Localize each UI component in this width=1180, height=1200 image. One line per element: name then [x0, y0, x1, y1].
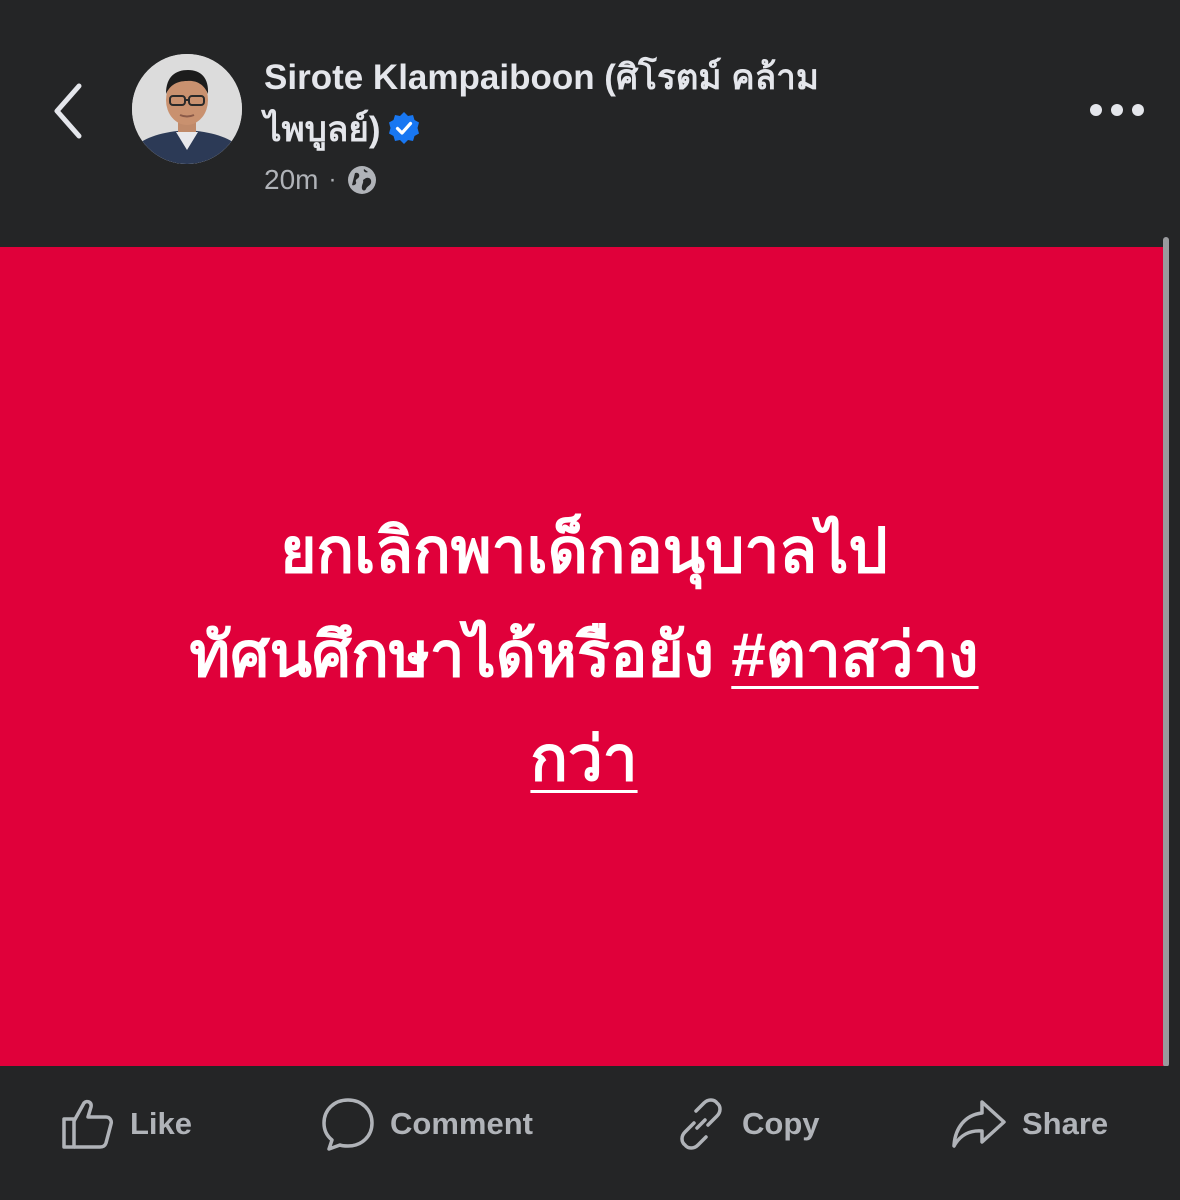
more-horizontal-icon [1090, 104, 1144, 116]
author-photo [132, 54, 242, 164]
share-button[interactable]: Share [950, 1094, 1108, 1154]
share-arrow-icon [952, 1100, 1006, 1148]
post-action-bar: Like Comment Copy Share [0, 1066, 1180, 1200]
post-content-card[interactable]: ยกเลิกพาเด็กอนุบาลไป ทัศนศึกษาได้หรือยัง… [0, 247, 1168, 1066]
copy-label: Copy [742, 1106, 820, 1141]
share-label: Share [1022, 1106, 1109, 1141]
globe-icon[interactable] [346, 164, 378, 196]
comment-bubble-icon [322, 1098, 374, 1151]
post-text-line-3: กว่า [84, 708, 1084, 812]
thumbs-up-icon [62, 1099, 113, 1149]
back-button[interactable] [40, 76, 96, 146]
link-icon [680, 1098, 722, 1150]
verified-badge-icon [387, 108, 421, 160]
post-text-line-2: ทัศนศึกษาได้หรือยัง #ตาสว่าง [84, 604, 1084, 708]
timestamp[interactable]: 20m [264, 164, 318, 196]
hashtag-link-part-2[interactable]: กว่า [530, 725, 637, 794]
like-button[interactable]: Like [60, 1094, 192, 1154]
meta-separator: · [328, 166, 337, 193]
post-text-line-1: ยกเลิกพาเด็กอนุบาลไป [280, 516, 888, 586]
post-text: ยกเลิกพาเด็กอนุบาลไป ทัศนศึกษาได้หรือยัง… [84, 500, 1084, 812]
comment-label: Comment [390, 1106, 533, 1141]
author-name-block[interactable]: Sirote Klampaiboon (ศิโรตม์ คล้าม ไพบูลย… [264, 52, 904, 160]
author-name[interactable]: Sirote Klampaiboon (ศิโรตม์ คล้าม ไพบูลย… [264, 58, 819, 149]
post-meta: 20m · [264, 160, 378, 200]
post-text-line-2-text: ทัศนศึกษาได้หรือยัง [189, 620, 715, 690]
chevron-left-icon [54, 83, 82, 139]
post-header: Sirote Klampaiboon (ศิโรตม์ คล้าม ไพบูลย… [0, 0, 1180, 247]
copy-link-button[interactable]: Copy [674, 1094, 820, 1154]
comment-button[interactable]: Comment [320, 1094, 533, 1154]
hashtag-link-part-1[interactable]: #ตาสว่าง [731, 621, 978, 690]
more-options-button[interactable] [1082, 80, 1152, 140]
scrollbar[interactable] [1163, 237, 1169, 1067]
avatar[interactable] [132, 54, 242, 164]
like-label: Like [130, 1106, 193, 1141]
